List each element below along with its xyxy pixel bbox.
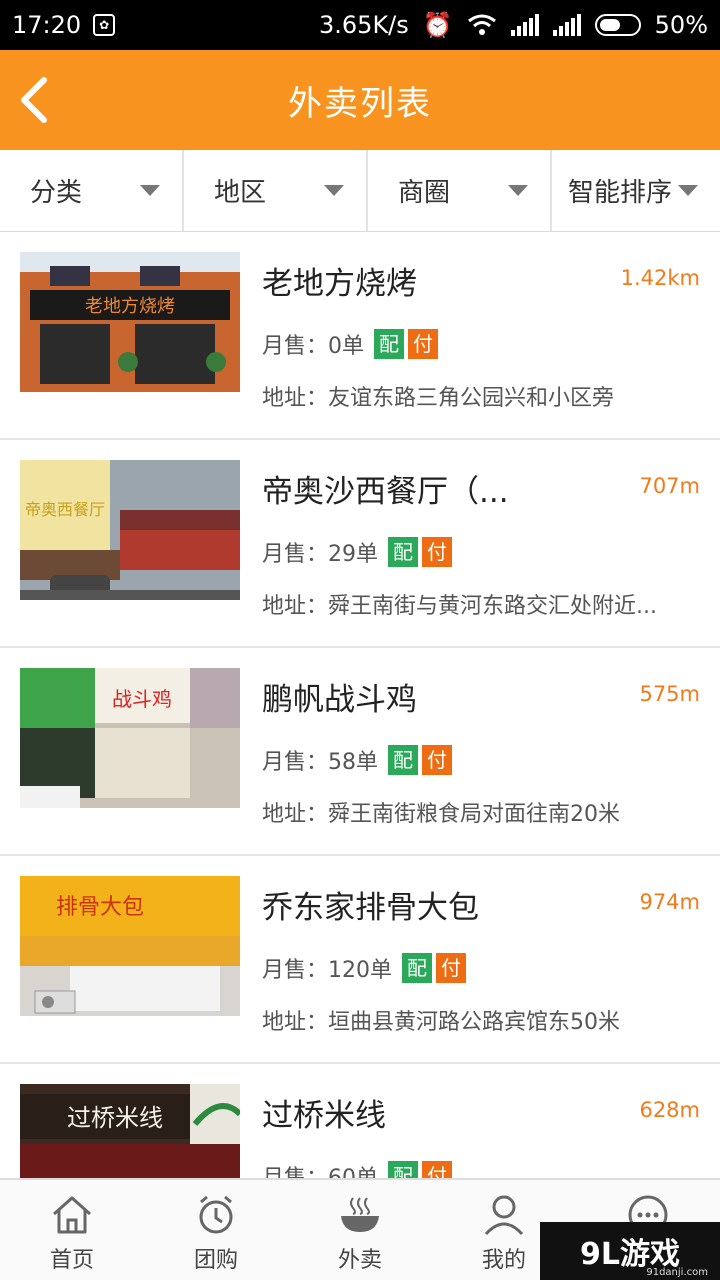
filter-label: 智能排序 (568, 178, 673, 208)
notification-icon: ✿ (93, 14, 116, 36)
shop-item[interactable]: 过桥米线 过桥米线 628m 月售：60单 配 付 (0, 1064, 720, 1178)
pay-badge: 付 (422, 1161, 452, 1178)
shop-name: 乔东家排骨大包 (262, 890, 479, 926)
pay-badge: 付 (422, 537, 452, 567)
tab-label: 团购 (193, 1248, 238, 1273)
delivery-badge: 配 (374, 329, 404, 359)
wifi-icon (467, 14, 496, 35)
shop-sales-row: 月售：0单 配 付 (262, 328, 438, 360)
title-bar: 外卖列表 (0, 50, 720, 150)
shop-item[interactable]: 排骨大包 乔东家排骨大包 974m 月售：120单 配 付 地址：垣曲县黄河路公… (0, 856, 720, 1064)
shop-item[interactable]: 老地方烧烤 老地方烧烤 1.42km 月售：0单 配 付 地址：友谊东路三角公园… (0, 232, 720, 440)
battery-icon (594, 14, 641, 36)
dropdown-arrow-icon (508, 185, 528, 196)
shop-distance: 707m (639, 474, 700, 498)
tab-label: 外卖 (337, 1248, 382, 1273)
tab-home[interactable]: 首页 (0, 1180, 144, 1280)
shop-sales: 月售：60单 (262, 1160, 378, 1178)
shop-sales: 月售：29单 (262, 542, 378, 567)
shop-address: 地址：舜王南街粮食局对面往南20米 (262, 802, 620, 827)
shop-address: 地址：舜王南街与黄河东路交汇处附近... (262, 594, 657, 619)
shop-photo: 战斗鸡 (20, 668, 240, 808)
delivery-badge: 配 (402, 953, 432, 983)
watermark-site: 91danji.com (646, 1267, 708, 1278)
shop-sales-row: 月售：58单 配 付 (262, 744, 452, 776)
shop-name: 老地方烧烤 (262, 266, 417, 302)
delivery-badge: 配 (388, 1161, 418, 1178)
shop-sales-row: 月售：120单 配 付 (262, 952, 466, 984)
dropdown-arrow-icon (678, 185, 698, 196)
filter-label: 商圈 (398, 178, 451, 208)
pay-badge: 付 (408, 329, 438, 359)
filter-label: 分类 (30, 178, 83, 208)
shop-photo: 老地方烧烤 (20, 252, 240, 392)
tab-group-buy[interactable]: 团购 (144, 1180, 288, 1280)
shop-distance: 1.42km (620, 266, 700, 290)
filter-label: 地区 (214, 178, 267, 208)
status-bar: 17:20 ✿ 3.65K/s ⏰ 50% (0, 0, 720, 50)
home-icon (53, 1196, 91, 1234)
network-speed: 3.65K/s (319, 11, 409, 39)
alarm-icon: ⏰ (422, 11, 453, 39)
tab-label: 我的 (481, 1248, 526, 1273)
user-icon (484, 1195, 524, 1236)
shop-name: 鹏帆战斗鸡 (262, 682, 417, 718)
page-title: 外卖列表 (288, 83, 432, 124)
shop-sign-text: 过桥米线 (67, 1104, 163, 1132)
filter-sort[interactable]: 智能排序 (552, 150, 720, 231)
tab-label: 首页 (49, 1248, 94, 1273)
status-time: 17:20 (12, 11, 82, 39)
delivery-badge: 配 (388, 745, 418, 775)
shop-address: 地址：友谊东路三角公园兴和小区旁 (262, 386, 615, 411)
shop-name: 过桥米线 (262, 1098, 386, 1134)
pay-badge: 付 (422, 745, 452, 775)
filter-category[interactable]: 分类 (0, 150, 184, 231)
filter-bar: 分类 地区 商圈 智能排序 (0, 150, 720, 232)
alarm-clock-icon (199, 1195, 233, 1234)
shop-sales-row: 月售：60单 配 付 (262, 1160, 452, 1178)
shop-name: 帝奥沙西餐厅（... (262, 474, 509, 510)
filter-business-district[interactable]: 商圈 (368, 150, 552, 231)
shop-sales-row: 月售：29单 配 付 (262, 536, 452, 568)
shop-sign-text: 战斗鸡 (112, 687, 172, 711)
signal-icon (510, 14, 539, 36)
shop-photo: 排骨大包 (20, 876, 240, 1016)
shop-photo: 过桥米线 (20, 1084, 240, 1178)
signal-icon-2 (552, 14, 581, 36)
shop-list: 老地方烧烤 老地方烧烤 1.42km 月售：0单 配 付 地址：友谊东路三角公园… (0, 232, 720, 1178)
shop-item[interactable]: 战斗鸡 鹏帆战斗鸡 575m 月售：58单 配 付 地址：舜王南街粮食局对面往南… (0, 648, 720, 856)
shop-sales: 月售：120单 (262, 958, 392, 983)
shop-distance: 974m (639, 890, 700, 914)
shop-item[interactable]: 帝奥西餐厅 帝奥沙西餐厅（... 707m 月售：29单 配 付 地址：舜王南街… (0, 440, 720, 648)
shop-distance: 628m (639, 1098, 700, 1122)
tab-takeout[interactable]: 外卖 (288, 1180, 432, 1280)
back-arrow-icon[interactable] (14, 74, 54, 126)
filter-region[interactable]: 地区 (184, 150, 368, 231)
shop-photo: 帝奥西餐厅 (20, 460, 240, 600)
watermark-logo: 9L游戏 91danji.com (540, 1222, 720, 1280)
shop-distance: 575m (639, 682, 700, 706)
shop-sign-text: 帝奥西餐厅 (25, 500, 105, 519)
delivery-badge: 配 (388, 537, 418, 567)
bowl-icon (341, 1197, 379, 1232)
shop-sign-text: 老地方烧烤 (85, 296, 175, 317)
pay-badge: 付 (436, 953, 466, 983)
dropdown-arrow-icon (140, 185, 160, 196)
shop-sales: 月售：0单 (262, 334, 364, 359)
shop-sign-text: 排骨大包 (56, 895, 144, 920)
battery-level: 50% (654, 11, 708, 39)
shop-address: 地址：垣曲县黄河路公路宾馆东50米 (262, 1010, 620, 1035)
shop-sales: 月售：58单 (262, 750, 378, 775)
dropdown-arrow-icon (324, 185, 344, 196)
